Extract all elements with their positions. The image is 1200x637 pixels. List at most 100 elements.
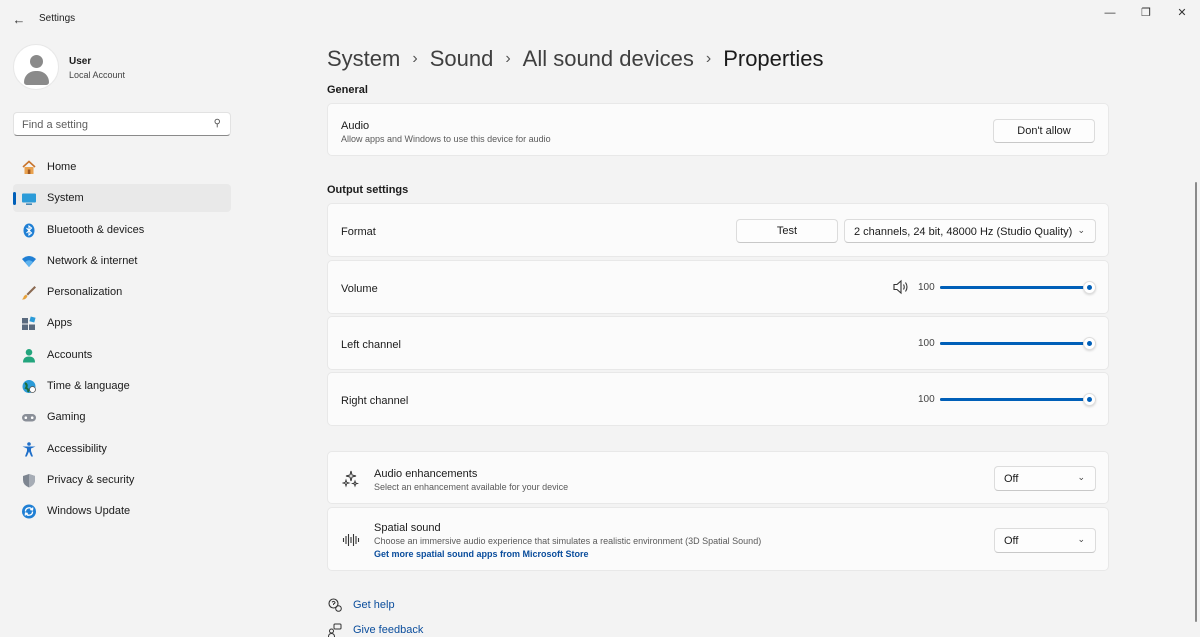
- enhancements-icon: [341, 470, 360, 488]
- chevron-right-icon: ›: [412, 50, 418, 67]
- restore-button[interactable]: ❐: [1131, 5, 1161, 21]
- spatial-sound-select[interactable]: Off ⌄: [994, 528, 1096, 553]
- format-select[interactable]: 2 channels, 24 bit, 48000 Hz (Studio Qua…: [844, 219, 1096, 243]
- test-button[interactable]: Test: [736, 219, 838, 243]
- audio-subtitle: Allow apps and Windows to use this devic…: [341, 134, 551, 144]
- audio-title: Audio: [341, 120, 370, 132]
- avatar-body: [24, 71, 49, 85]
- breadcrumb-item-sound[interactable]: Sound: [430, 46, 494, 72]
- user-account-type: Local Account: [69, 70, 126, 80]
- sidebar-item-label: Apps: [47, 317, 73, 330]
- page-title: Properties: [723, 46, 824, 71]
- sidebar-item-label: Accounts: [47, 348, 93, 361]
- right-channel-title: Right channel: [341, 395, 409, 407]
- scrollbar[interactable]: [1195, 182, 1197, 622]
- sidebar-item-time-language[interactable]: Time & language: [13, 372, 231, 400]
- spatial-sound-subtitle: Choose an immersive audio experience tha…: [374, 536, 762, 546]
- close-button[interactable]: ✕: [1167, 5, 1197, 21]
- sidebar-item-label: Windows Update: [47, 505, 131, 518]
- breadcrumb-item-system[interactable]: System: [327, 46, 400, 72]
- system-icon: [21, 191, 37, 206]
- enhancements-select-value: Off: [1004, 473, 1019, 485]
- format-select-value: 2 channels, 24 bit, 48000 Hz (Studio Qua…: [854, 226, 1073, 238]
- sidebar-item-system[interactable]: System: [13, 184, 231, 213]
- slider-fill: [940, 286, 1090, 289]
- left-channel-slider[interactable]: [940, 336, 1096, 350]
- audio-enhancements-card: Audio enhancements Select an enhancement…: [327, 451, 1109, 504]
- gamepad-icon: [21, 410, 37, 425]
- spatial-sound-icon: [342, 532, 360, 548]
- chevron-right-icon: ›: [505, 50, 511, 67]
- sidebar-item-apps[interactable]: Apps: [13, 309, 231, 337]
- spatial-store-link[interactable]: Get more spatial sound apps from Microso…: [374, 549, 589, 559]
- search-icon[interactable]: ⚲: [214, 118, 221, 129]
- sidebar-item-windows-update[interactable]: Windows Update: [13, 497, 231, 525]
- wifi-icon: [21, 254, 37, 269]
- slider-thumb[interactable]: [1083, 281, 1096, 294]
- sidebar-item-label: System: [47, 192, 84, 205]
- right-channel-value: 100: [918, 394, 935, 405]
- sidebar-item-label: Home: [47, 161, 77, 173]
- dont-allow-button[interactable]: Don't allow: [993, 119, 1095, 143]
- sidebar-item-home[interactable]: Home: [13, 153, 231, 181]
- spatial-sound-card: Spatial sound Choose an immersive audio …: [327, 507, 1109, 571]
- left-channel-title: Left channel: [341, 339, 401, 351]
- audio-card: Audio Allow apps and Windows to use this…: [327, 103, 1109, 156]
- avatar[interactable]: [13, 44, 59, 90]
- avatar-head: [30, 55, 43, 68]
- back-arrow-icon[interactable]: ←: [10, 10, 28, 28]
- sidebar-item-network[interactable]: Network & internet: [13, 247, 231, 275]
- sidebar-item-accessibility[interactable]: Accessibility: [13, 435, 231, 463]
- give-feedback-icon: [328, 623, 342, 637]
- sidebar-item-privacy[interactable]: Privacy & security: [13, 466, 231, 494]
- brush-icon: [21, 285, 37, 300]
- chevron-down-icon: ⌄: [1077, 225, 1085, 235]
- format-title: Format: [341, 226, 376, 238]
- sidebar-item-label: Accessibility: [47, 442, 107, 455]
- sidebar-item-accounts[interactable]: Accounts: [13, 341, 231, 369]
- volume-card: Volume 100: [327, 260, 1109, 314]
- minimize-button[interactable]: —: [1095, 5, 1125, 21]
- breadcrumb: System › Sound › All sound devices › Pro…: [327, 44, 823, 74]
- window-title: Settings: [39, 13, 76, 24]
- get-help-link[interactable]: Get help: [353, 599, 395, 611]
- give-feedback-link[interactable]: Give feedback: [353, 624, 423, 636]
- enhancements-select[interactable]: Off ⌄: [994, 466, 1096, 491]
- left-channel-value: 100: [918, 338, 935, 349]
- search-input[interactable]: [22, 117, 202, 132]
- accounts-icon: [21, 348, 37, 363]
- volume-slider[interactable]: [940, 280, 1096, 294]
- chevron-right-icon: ›: [705, 50, 712, 67]
- section-title-general: General: [327, 84, 368, 96]
- sidebar-item-label: Gaming: [47, 411, 86, 424]
- user-name: User: [69, 56, 92, 67]
- accessibility-icon: [21, 441, 37, 457]
- sidebar-item-label: Bluetooth & devices: [47, 223, 145, 236]
- sidebar-item-label: Personalization: [47, 286, 123, 299]
- get-help-icon: [328, 598, 342, 612]
- sidebar-item-bluetooth[interactable]: Bluetooth & devices: [13, 216, 231, 244]
- spatial-sound-title: Spatial sound: [374, 522, 441, 534]
- spatial-select-value: Off: [1004, 535, 1019, 547]
- breadcrumb-item-all-sound-devices[interactable]: All sound devices: [523, 46, 694, 72]
- enhancements-title: Audio enhancements: [374, 468, 478, 480]
- volume-value: 100: [918, 282, 935, 293]
- sidebar-item-gaming[interactable]: Gaming: [13, 403, 231, 431]
- slider-thumb[interactable]: [1083, 393, 1096, 406]
- apps-icon: [21, 316, 37, 331]
- right-channel-slider[interactable]: [940, 392, 1096, 406]
- sidebar-item-label: Time & language: [47, 380, 130, 393]
- chevron-down-icon: ⌄: [1077, 472, 1085, 482]
- update-icon: [21, 504, 37, 519]
- right-channel-card: Right channel 100: [327, 372, 1109, 426]
- format-card: Format Test 2 channels, 24 bit, 48000 Hz…: [327, 203, 1109, 257]
- search-box[interactable]: ⚲: [13, 112, 231, 136]
- slider-fill: [940, 398, 1090, 401]
- speaker-icon[interactable]: [892, 279, 910, 295]
- slider-thumb[interactable]: [1083, 337, 1096, 350]
- sidebar-item-personalization[interactable]: Personalization: [13, 278, 231, 306]
- section-title-output: Output settings: [327, 184, 409, 196]
- left-channel-card: Left channel 100: [327, 316, 1109, 370]
- sidebar-nav: Home System Bluetooth & devices Network …: [13, 153, 231, 529]
- sidebar-item-label: Network & internet: [47, 254, 138, 267]
